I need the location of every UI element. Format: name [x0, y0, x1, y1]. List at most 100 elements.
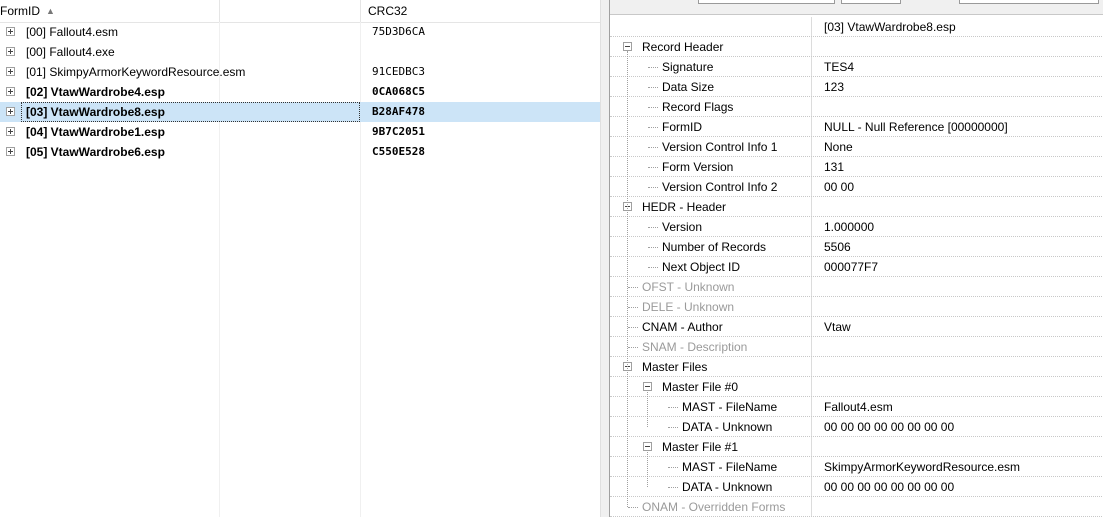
field-label: Master Files [642, 360, 708, 374]
record-field-row[interactable]: Data Size 123 [610, 77, 1103, 97]
plugin-row[interactable]: [03] VtawWardrobe8.esp B28AF478 [0, 102, 600, 122]
field-value: 123 [824, 80, 845, 94]
collapse-minus-icon[interactable] [623, 42, 632, 51]
tree-connector [648, 227, 658, 228]
tree-connector [648, 187, 658, 188]
column-header-formid[interactable]: FormID ▲ [0, 0, 219, 22]
tree-guide-line [647, 392, 648, 427]
plugin-row[interactable]: [00] Fallout4.exe [0, 42, 600, 62]
field-value: None [824, 140, 853, 154]
record-field-row[interactable]: Next Object ID 000077F7 [610, 257, 1103, 277]
record-field-row[interactable]: Record Flags [610, 97, 1103, 117]
record-field-row[interactable]: Master File #1 [610, 437, 1103, 457]
record-file-header-row: [03] VtawWardrobe8.esp [610, 17, 1103, 37]
record-field-row[interactable]: HEDR - Header [610, 197, 1103, 217]
field-value: 5506 [824, 240, 851, 254]
record-field-row[interactable]: Version Control Info 2 00 00 [610, 177, 1103, 197]
record-field-row[interactable]: DATA - Unknown 00 00 00 00 00 00 00 00 [610, 477, 1103, 497]
sort-ascending-icon: ▲ [46, 6, 55, 16]
record-field-row[interactable]: CNAM - Author Vtaw [610, 317, 1103, 337]
record-field-row[interactable]: DELE - Unknown [610, 297, 1103, 317]
field-label: MAST - FileName [682, 460, 778, 474]
record-field-row[interactable]: MAST - FileName Fallout4.esm [610, 397, 1103, 417]
field-label: DELE - Unknown [642, 300, 735, 314]
tree-connector [648, 247, 658, 248]
field-value: 1.000000 [824, 220, 875, 234]
plugin-name: [00] Fallout4.exe [26, 45, 115, 59]
field-value: Vtaw [824, 320, 851, 334]
plugin-name: [05] VtawWardrobe6.esp [26, 145, 165, 159]
tree-connector [628, 307, 638, 308]
record-field-row[interactable]: MAST - FileName SkimpyArmorKeywordResourc… [610, 457, 1103, 477]
field-value: SkimpyArmorKeywordResource.esm [824, 460, 1021, 474]
tree-connector [628, 287, 638, 288]
plugin-row[interactable]: [05] VtawWardrobe6.esp C550E528 [0, 142, 600, 162]
record-field-row[interactable]: FormID NULL - Null Reference [00000000] [610, 117, 1103, 137]
plugin-name: [00] Fallout4.esm [26, 25, 119, 39]
collapse-minus-icon[interactable] [643, 382, 652, 391]
field-label: Record Flags [662, 100, 734, 114]
expand-plus-icon[interactable] [6, 67, 15, 76]
column-header-crc32[interactable]: CRC32 [360, 0, 600, 22]
column-formid-label: FormID [0, 4, 40, 18]
collapse-minus-icon[interactable] [643, 442, 652, 451]
record-field-row[interactable]: Record Header [610, 37, 1103, 57]
field-value: 131 [824, 160, 845, 174]
record-field-row[interactable]: Number of Records 5506 [610, 237, 1103, 257]
record-field-row[interactable]: OFST - Unknown [610, 277, 1103, 297]
record-field-row[interactable]: DATA - Unknown 00 00 00 00 00 00 00 00 [610, 417, 1103, 437]
field-value: 00 00 00 00 00 00 00 00 [824, 480, 955, 494]
tree-connector [628, 327, 638, 328]
column-header-empty[interactable] [219, 0, 361, 22]
field-label: Version Control Info 2 [662, 180, 778, 194]
record-view-pane: [03] VtawWardrobe8.esp Record Header Sign… [609, 0, 1103, 517]
record-field-row[interactable]: Master Files [610, 357, 1103, 377]
field-label: MAST - FileName [682, 400, 778, 414]
field-label: DATA - Unknown [682, 420, 773, 434]
tree-connector [628, 507, 638, 508]
tree-connector [648, 87, 658, 88]
record-view-toolbar [610, 0, 1103, 15]
field-value: 00 00 00 00 00 00 00 00 [824, 420, 955, 434]
toolbar-button[interactable] [841, 0, 901, 4]
field-label: Number of Records [662, 240, 767, 254]
plugin-row[interactable]: [00] Fallout4.esm 75D3D6CA [0, 22, 600, 42]
record-field-row[interactable]: Version Control Info 1 None [610, 137, 1103, 157]
field-label: FormID [662, 120, 702, 134]
tree-connector [668, 487, 678, 488]
tree-connector [648, 127, 658, 128]
expand-plus-icon[interactable] [6, 147, 15, 156]
record-field-row[interactable]: Version 1.000000 [610, 217, 1103, 237]
plugin-list-pane: FormID ▲ CRC32 [00] Fallout4.esm 75D3D6CA[… [0, 0, 600, 517]
expand-plus-icon[interactable] [6, 47, 15, 56]
plugin-name: [01] SkimpyArmorKeywordResource.esm [26, 65, 246, 79]
plugin-row[interactable]: [04] VtawWardrobe1.esp 9B7C2051 [0, 122, 600, 142]
plugin-name: [02] VtawWardrobe4.esp [26, 85, 165, 99]
expand-plus-icon[interactable] [6, 87, 15, 96]
plugin-row[interactable]: [02] VtawWardrobe4.esp 0CA068C5 [0, 82, 600, 102]
pane-splitter[interactable] [600, 0, 609, 517]
expand-plus-icon[interactable] [6, 127, 15, 136]
record-field-row[interactable]: Master File #0 [610, 377, 1103, 397]
tree-connector [648, 147, 658, 148]
record-field-row[interactable]: Signature TES4 [610, 57, 1103, 77]
field-value: 00 00 [824, 180, 855, 194]
toolbar-input[interactable] [959, 0, 1099, 4]
record-field-row[interactable]: ONAM - Overridden Forms [610, 497, 1103, 517]
record-field-row[interactable]: SNAM - Description [610, 337, 1103, 357]
plugin-crc32: 91CEDBC3 [372, 65, 425, 78]
toolbar-input[interactable] [698, 0, 835, 4]
field-label: Form Version [662, 160, 734, 174]
plugin-row[interactable]: [01] SkimpyArmorKeywordResource.esm 91CED… [0, 62, 600, 82]
expand-plus-icon[interactable] [6, 27, 15, 36]
plugin-rows: [00] Fallout4.esm 75D3D6CA [00] Fallout4.e… [0, 22, 600, 162]
field-label: Version Control Info 1 [662, 140, 778, 154]
plugin-crc32: 0CA068C5 [372, 85, 425, 98]
plugin-name: [04] VtawWardrobe1.esp [26, 125, 165, 139]
field-label: CNAM - Author [642, 320, 723, 334]
field-label: SNAM - Description [642, 340, 748, 354]
expand-plus-icon[interactable] [6, 107, 15, 116]
record-field-row[interactable]: Form Version 131 [610, 157, 1103, 177]
tree-connector [648, 167, 658, 168]
tree-connector [648, 107, 658, 108]
